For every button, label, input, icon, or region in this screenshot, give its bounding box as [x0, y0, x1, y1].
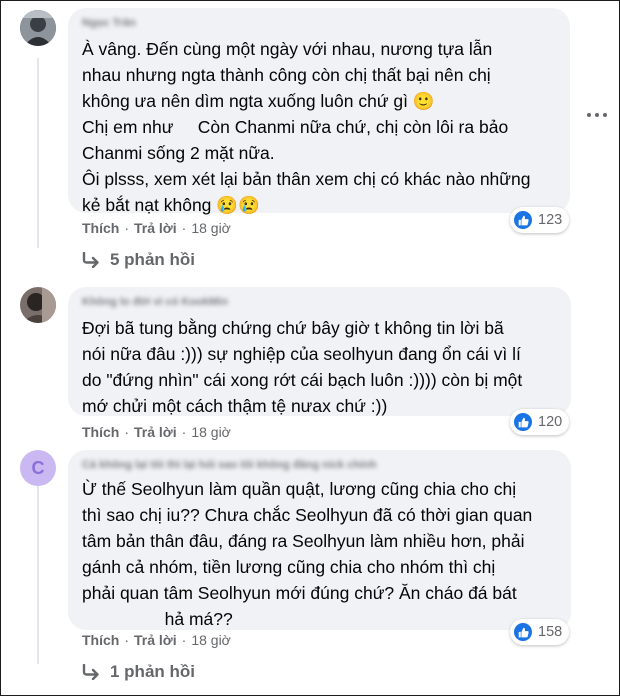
separator-dot: · [181, 632, 187, 648]
reaction-count: 120 [538, 414, 563, 430]
avatar[interactable]: C [20, 450, 56, 486]
comment-actions: Thích · Trả lời · 18 giờ [82, 632, 231, 648]
comment-text-line: Đợi bã tung bằng chứng chứ bây giờ t khô… [82, 318, 504, 338]
separator-dot: · [181, 220, 187, 236]
like-button[interactable]: Thích [82, 220, 119, 236]
comment-text-line: À vâng. Đến cùng một ngày với nhau, nươn… [82, 39, 493, 59]
reply-button[interactable]: Trả lời [134, 424, 177, 440]
reaction-count: 123 [538, 212, 563, 228]
comment-text-line: do "đứng nhìn" cái xong rớt cái bạch luô… [82, 370, 523, 390]
thread-line [37, 486, 39, 664]
comment-time[interactable]: 18 giờ [191, 632, 231, 648]
comment-author[interactable]: Không lo đời vì có KookMin [82, 296, 228, 308]
comment-bubble: Ngọc Trân À vâng. Đến cùng một ngày với … [68, 8, 570, 215]
separator-dot: · [124, 220, 130, 236]
separator-dot: · [124, 424, 130, 440]
comment-text-line: mớ chửi một cách thậm tệ nưax chứ :)) [82, 396, 388, 416]
comment-text-line: Ôi plsss, xem xét lại bản thân xem chị c… [82, 169, 531, 189]
avatar-letter: C [31, 457, 45, 478]
reply-arrow-icon [82, 664, 99, 680]
thread-line [37, 58, 39, 248]
avatar-photo [20, 10, 56, 46]
reply-button[interactable]: Trả lời [134, 632, 177, 648]
comment-actions: Thích · Trả lời · 18 giờ [82, 220, 231, 236]
separator-dot: · [181, 424, 187, 440]
comment-text-line: tâm bản thân đâu, đáng ra Seolhyun làm n… [82, 531, 525, 551]
comment-text-line: kẻ bắt nạt không 😢😢 [82, 195, 260, 215]
comment-text-line: nói nữa đâu :))) sự nghiệp của seolhyun … [82, 344, 521, 364]
comment-text-line: hả má?? [82, 609, 233, 629]
view-replies-button[interactable]: 5 phản hồi [82, 250, 195, 270]
like-icon [514, 623, 532, 641]
comment-text-line: gánh cả nhóm, tiền lương cũng chia cho n… [82, 557, 496, 577]
comment-author[interactable]: Cả không lại tôi thì lại hỏi sao tôi khô… [82, 459, 377, 471]
comment-time[interactable]: 18 giờ [191, 424, 231, 440]
reaction-summary[interactable]: 120 [510, 409, 570, 435]
reply-arrow-icon [82, 252, 99, 268]
avatar[interactable] [20, 287, 56, 323]
like-button[interactable]: Thích [82, 424, 119, 440]
comment-text-line: phải quan tâm Seolhyun mới đúng chứ? Ăn … [82, 583, 517, 603]
comment-text-line: nhau nhưng ngta thành công còn chị thất … [82, 65, 491, 85]
reaction-summary[interactable]: 158 [510, 619, 570, 645]
more-options-icon[interactable] [585, 108, 609, 122]
avatar[interactable] [20, 10, 56, 46]
like-icon [514, 211, 532, 229]
comment-text-line: Chanmi sống 2 mặt nữa. [82, 143, 275, 163]
replies-count: 1 phản hồi [110, 662, 195, 681]
like-button[interactable]: Thích [82, 632, 119, 648]
comment-actions: Thích · Trả lời · 18 giờ [82, 424, 231, 440]
comment-time[interactable]: 18 giờ [191, 220, 231, 236]
reply-button[interactable]: Trả lời [134, 220, 177, 236]
separator-dot: · [124, 632, 130, 648]
replies-count: 5 phản hồi [110, 250, 195, 269]
reaction-count: 158 [538, 624, 563, 640]
comment-text-line: thì sao chị iu?? Chưa chắc Seolhyun đã c… [82, 505, 533, 525]
like-icon [514, 413, 532, 431]
avatar-photo [20, 287, 56, 323]
comment-text-line: Chị em như Còn Chanmi nữa chứ, chị còn l… [82, 117, 509, 137]
comment-bubble: Không lo đời vì có KookMin Đợi bã tung b… [68, 287, 571, 416]
comment-text-line: Ừ thế Seolhyun làm quần quật, lương cũng… [82, 479, 517, 499]
comment-bubble: Cả không lại tôi thì lại hỏi sao tôi khô… [68, 450, 571, 630]
reaction-summary[interactable]: 123 [510, 207, 570, 233]
view-replies-button[interactable]: 1 phản hồi [82, 662, 195, 682]
comment-author[interactable]: Ngọc Trân [82, 17, 136, 29]
comment-text-line: không ưa nên dìm ngta xuống luôn chứ gì … [82, 91, 435, 111]
